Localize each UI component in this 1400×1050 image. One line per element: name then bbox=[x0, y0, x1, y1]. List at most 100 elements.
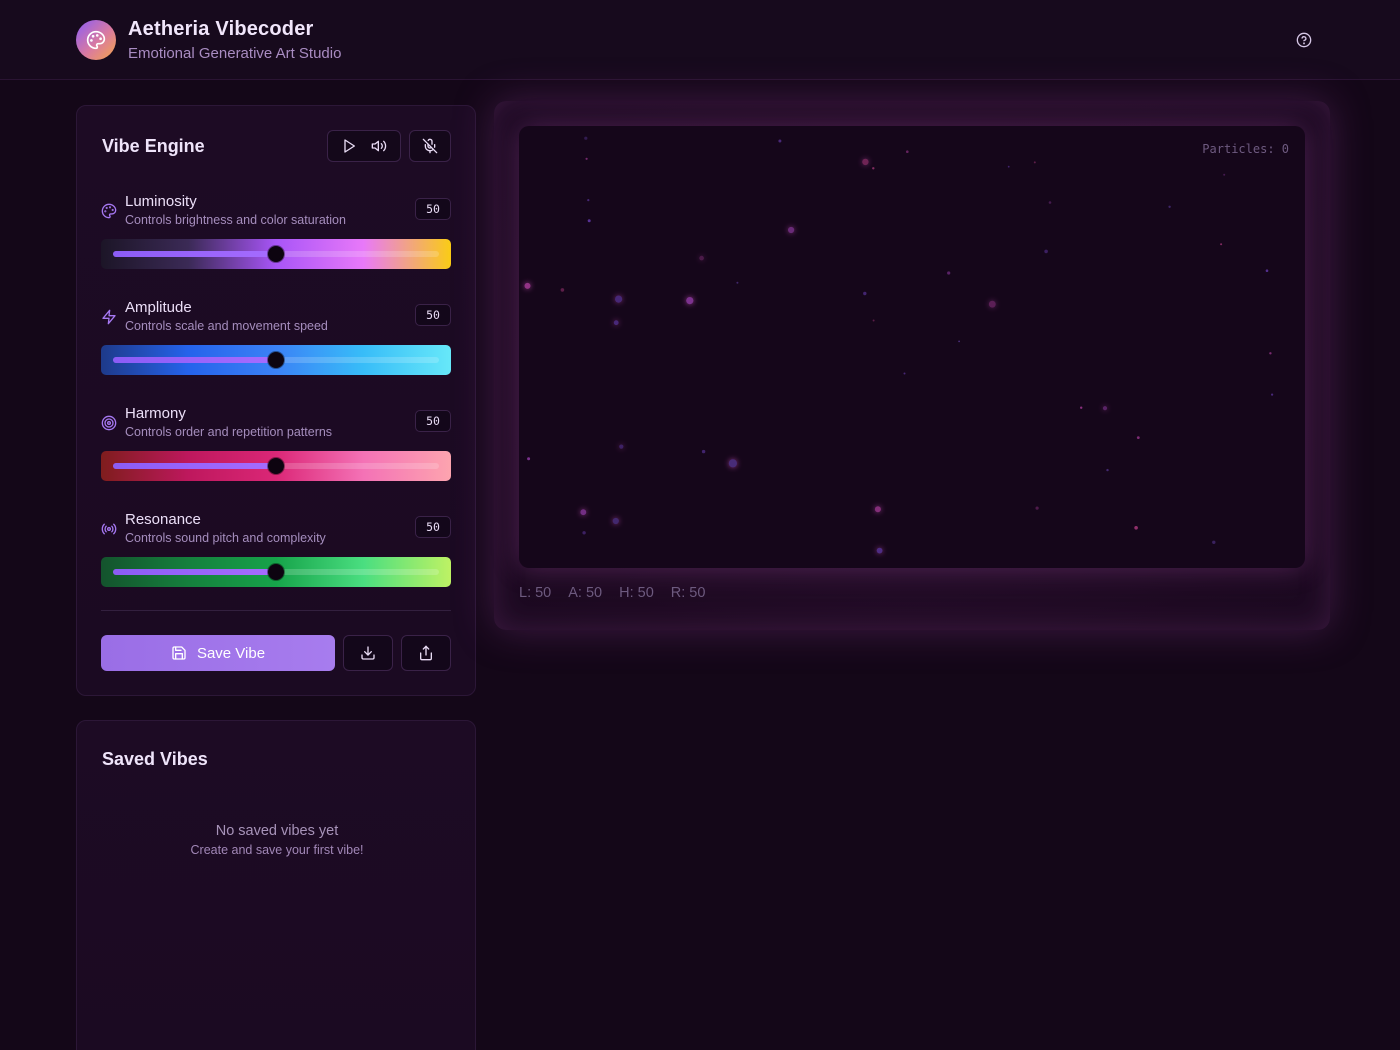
resonance-description: Controls sound pitch and complexity bbox=[125, 531, 326, 545]
particle bbox=[587, 199, 590, 202]
luminosity-slider[interactable] bbox=[101, 239, 451, 269]
mic-off-icon bbox=[422, 138, 438, 154]
particle bbox=[1212, 540, 1216, 544]
particle bbox=[872, 319, 875, 322]
particle-field bbox=[524, 136, 1274, 554]
particle bbox=[1033, 161, 1036, 164]
stat-luminosity: L: 50 bbox=[519, 585, 552, 601]
stat-harmony: H: 50 bbox=[619, 585, 654, 601]
empty-state-subtitle: Create and save your first vibe! bbox=[190, 843, 364, 857]
play-button[interactable] bbox=[337, 134, 361, 158]
particle bbox=[728, 459, 737, 468]
particle bbox=[1223, 173, 1226, 176]
particle bbox=[1035, 506, 1039, 510]
saved-vibes-title: Saved Vibes bbox=[102, 749, 208, 769]
slider-thumb[interactable] bbox=[268, 564, 284, 580]
save-vibe-label: Save Vibe bbox=[196, 644, 266, 662]
particle bbox=[524, 282, 531, 289]
vibe-engine-panel: Vibe Engine Luminosity Controls brightne… bbox=[76, 105, 476, 696]
particle bbox=[947, 271, 951, 275]
zap-icon bbox=[101, 309, 117, 325]
particle bbox=[862, 158, 869, 166]
share-button[interactable] bbox=[401, 635, 451, 671]
stat-amplitude: A: 50 bbox=[568, 585, 603, 601]
download-button[interactable] bbox=[343, 635, 393, 671]
particle bbox=[903, 372, 906, 375]
divider bbox=[101, 610, 451, 611]
help-circle-icon[interactable] bbox=[1294, 30, 1314, 50]
particle bbox=[788, 226, 795, 234]
particle bbox=[863, 291, 867, 296]
luminosity-slider-group: Luminosity Controls brightness and color… bbox=[101, 192, 451, 272]
particle bbox=[580, 509, 587, 516]
target-icon bbox=[101, 415, 117, 431]
download-icon bbox=[361, 646, 375, 660]
particle bbox=[906, 150, 909, 153]
particle bbox=[1271, 393, 1274, 396]
particle bbox=[527, 457, 531, 461]
sound-button[interactable] bbox=[367, 134, 391, 158]
particle bbox=[1168, 205, 1171, 208]
amplitude-label: Amplitude bbox=[125, 299, 192, 316]
luminosity-label: Luminosity bbox=[125, 193, 197, 210]
particle bbox=[872, 167, 875, 170]
microphone-toggle-button[interactable] bbox=[409, 130, 451, 162]
luminosity-value: 50 bbox=[415, 198, 451, 220]
slider-fill bbox=[113, 251, 276, 257]
amplitude-slider-group: Amplitude Controls scale and movement sp… bbox=[101, 298, 451, 378]
art-canvas[interactable]: Particles: 0 bbox=[519, 126, 1305, 568]
particle bbox=[560, 288, 565, 292]
particle bbox=[778, 139, 782, 143]
share-icon bbox=[420, 645, 432, 661]
particle bbox=[1080, 406, 1083, 409]
palette-icon bbox=[101, 203, 117, 219]
particle bbox=[1265, 269, 1269, 272]
amplitude-value: 50 bbox=[415, 304, 451, 326]
amplitude-description: Controls scale and movement speed bbox=[125, 319, 328, 333]
app-subtitle: Emotional Generative Art Studio bbox=[128, 45, 342, 62]
app-title: Aetheria Vibecoder bbox=[128, 18, 314, 40]
particle bbox=[1044, 249, 1048, 254]
particle bbox=[615, 295, 623, 303]
resonance-slider-group: Resonance Controls sound pitch and compl… bbox=[101, 510, 451, 590]
harmony-slider-group: Harmony Controls order and repetition pa… bbox=[101, 404, 451, 484]
particle bbox=[1269, 352, 1272, 355]
particle bbox=[582, 531, 586, 535]
play-icon bbox=[344, 139, 355, 153]
vibe-engine-title: Vibe Engine bbox=[102, 136, 205, 156]
volume-icon bbox=[371, 140, 387, 152]
particle bbox=[874, 506, 881, 513]
resonance-slider[interactable] bbox=[101, 557, 451, 587]
harmony-slider[interactable] bbox=[101, 451, 451, 481]
resonance-value: 50 bbox=[415, 516, 451, 538]
slider-fill bbox=[113, 463, 276, 469]
particle bbox=[585, 157, 588, 160]
art-canvas-frame: Particles: 0 L: 50 A: 50 H: 50 R: 50 bbox=[494, 101, 1330, 630]
app-header: Aetheria Vibecoder Emotional Generative … bbox=[0, 0, 1400, 80]
particle bbox=[1134, 526, 1138, 530]
particle bbox=[736, 281, 739, 284]
slider-thumb[interactable] bbox=[268, 458, 284, 474]
playback-controls bbox=[327, 130, 401, 162]
harmony-label: Harmony bbox=[125, 405, 186, 422]
radio-icon bbox=[101, 521, 117, 537]
palette-icon bbox=[76, 20, 116, 60]
save-vibe-button[interactable]: Save Vibe bbox=[101, 635, 335, 671]
particle bbox=[587, 219, 591, 223]
particle bbox=[584, 136, 588, 140]
particle bbox=[613, 320, 619, 326]
slider-thumb[interactable] bbox=[268, 246, 284, 262]
particle bbox=[1102, 406, 1108, 411]
slider-thumb[interactable] bbox=[268, 352, 284, 368]
particle bbox=[619, 444, 624, 449]
luminosity-description: Controls brightness and color saturation bbox=[125, 213, 346, 227]
particle bbox=[1048, 201, 1052, 204]
slider-fill bbox=[113, 357, 276, 363]
particle bbox=[1007, 165, 1010, 168]
particle bbox=[876, 547, 883, 554]
amplitude-slider[interactable] bbox=[101, 345, 451, 375]
stat-resonance: R: 50 bbox=[670, 585, 706, 601]
particle bbox=[958, 340, 960, 343]
particle bbox=[701, 449, 706, 454]
saved-vibes-panel: Saved Vibes No saved vibes yet Create an… bbox=[76, 720, 476, 1050]
